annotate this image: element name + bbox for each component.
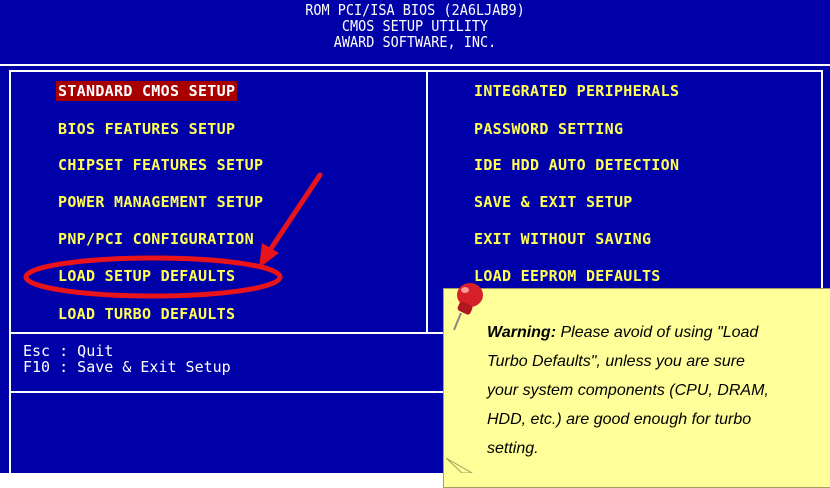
menu-item-exit-without-saving[interactable]: EXIT WITHOUT SAVING <box>474 229 651 249</box>
bios-header: ROM PCI/ISA BIOS (2A6LJAB9) CMOS SETUP U… <box>0 0 830 66</box>
menu-item-load-setup-defaults[interactable]: LOAD SETUP DEFAULTS <box>58 266 235 286</box>
menu-item-bios-features-setup[interactable]: BIOS FEATURES SETUP <box>58 119 235 139</box>
menu-item-standard-cmos-setup[interactable]: STANDARD CMOS SETUP <box>56 81 238 101</box>
menu-item-chipset-features-setup[interactable]: CHIPSET FEATURES SETUP <box>58 155 263 175</box>
bios-title-line1: ROM PCI/ISA BIOS (2A6LJAB9) <box>305 1 525 19</box>
bios-title-line3: AWARD SOFTWARE, INC. <box>333 33 497 51</box>
warning-line3: your system components (CPU, DRAM, <box>487 382 769 399</box>
column-divider <box>426 70 428 334</box>
menu-item-save-exit-setup[interactable]: SAVE & EXIT SETUP <box>474 192 633 212</box>
menu-item-integrated-peripherals[interactable]: INTEGRATED PERIPHERALS <box>474 81 679 101</box>
warning-note-text: Warning: Please avoid of using "Load Tur… <box>487 318 830 463</box>
menu-item-load-turbo-defaults[interactable]: LOAD TURBO DEFAULTS <box>58 304 235 324</box>
warning-label: Warning: <box>487 324 557 341</box>
menu-item-power-management-setup[interactable]: POWER MANAGEMENT SETUP <box>58 192 263 212</box>
warning-line2: Turbo Defaults", unless you are sure <box>487 353 745 370</box>
menu-item-load-eeprom-defaults[interactable]: LOAD EEPROM DEFAULTS <box>474 266 661 286</box>
bios-title-line2: CMOS SETUP UTILITY <box>341 17 489 35</box>
warning-line5: setting. <box>487 440 539 457</box>
menu-item-pnp-pci-configuration[interactable]: PNP/PCI CONFIGURATION <box>58 229 254 249</box>
menu-item-ide-hdd-auto-detection[interactable]: IDE HDD AUTO DETECTION <box>474 155 679 175</box>
menu-item-password-setting[interactable]: PASSWORD SETTING <box>474 119 623 139</box>
help-esc-quit: Esc : Quit <box>23 342 114 360</box>
warning-line4: HDD, etc.) are good enough for turbo <box>487 411 752 428</box>
help-f10-save-exit: F10 : Save & Exit Setup <box>23 358 231 376</box>
warning-line1: Please avoid of using "Load <box>556 324 759 341</box>
